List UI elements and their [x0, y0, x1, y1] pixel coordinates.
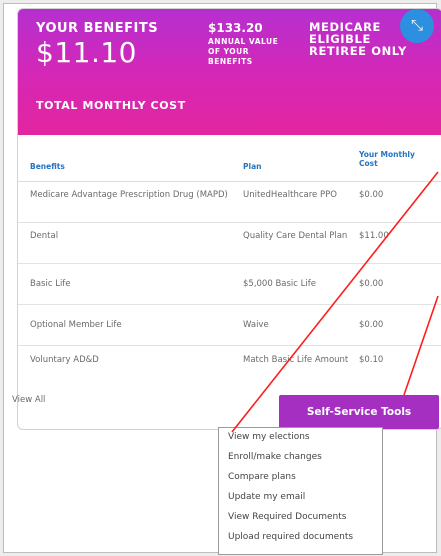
benefit-name: Dental — [30, 231, 59, 241]
view-all-link[interactable]: View All — [12, 395, 45, 405]
menu-item-compare-plans[interactable]: Compare plans — [228, 472, 296, 482]
benefit-name: Medicare Advantage Prescription Drug (MA… — [30, 190, 228, 200]
total-monthly-label: TOTAL MONTHLY COST — [36, 99, 186, 112]
header-benefits: Benefits — [30, 162, 65, 171]
annual-value-block: $133.20 ANNUAL VALUE OF YOUR BENEFITS — [208, 21, 288, 67]
benefit-plan: Waive — [243, 320, 269, 330]
your-benefits-label: YOUR BENEFITS — [36, 21, 159, 36]
monthly-cost-block: YOUR BENEFITS $11.10 — [36, 21, 158, 69]
benefit-name: Voluntary AD&D — [30, 355, 99, 365]
benefit-plan: Quality Care Dental Plan — [243, 231, 348, 241]
benefit-plan: $5,000 Basic Life — [243, 279, 316, 289]
collapse-arrows-icon: ⤡ — [410, 16, 423, 34]
table-header: Benefits Plan Your Monthly Cost — [18, 143, 441, 182]
monthly-amount: $11.10 — [36, 36, 137, 69]
benefits-summary-banner: YOUR BENEFITS $11.10 TOTAL MONTHLY COST … — [18, 9, 441, 135]
benefit-cost: $0.00 — [359, 279, 384, 289]
menu-item-view-required-documents[interactable]: View Required Documents — [228, 512, 346, 522]
table-row: Optional Member Life Waive $0.00 — [18, 305, 441, 346]
table-row: Voluntary AD&D Match Basic Life Amount $… — [18, 346, 441, 386]
menu-item-update-email[interactable]: Update my email — [228, 492, 305, 502]
self-service-menu: View my elections Enroll/make changes Co… — [218, 427, 383, 555]
benefit-name: Optional Member Life — [30, 320, 122, 330]
benefit-cost: $0.00 — [359, 190, 384, 200]
benefit-cost: $0.00 — [359, 320, 384, 330]
collapse-button[interactable]: ⤡ — [400, 9, 434, 43]
table-row: Medicare Advantage Prescription Drug (MA… — [18, 182, 441, 223]
benefits-card: YOUR BENEFITS $11.10 TOTAL MONTHLY COST … — [17, 8, 441, 430]
benefit-cost: $0.10 — [359, 355, 384, 365]
menu-item-view-elections[interactable]: View my elections — [228, 432, 310, 442]
benefit-plan: UnitedHealthcare PPO — [243, 190, 337, 200]
self-service-tools-button[interactable]: Self-Service Tools — [279, 395, 439, 429]
annual-value-caption: ANNUAL VALUE OF YOUR BENEFITS — [208, 37, 279, 66]
benefit-plan: Match Basic Life Amount — [243, 355, 349, 365]
header-plan: Plan — [243, 162, 262, 171]
benefit-cost: $11.00 — [359, 231, 389, 241]
table-row: Dental Quality Care Dental Plan $11.00 — [18, 223, 441, 264]
menu-item-enroll-changes[interactable]: Enroll/make changes — [228, 452, 322, 462]
header-monthly-cost: Your Monthly Cost — [359, 150, 415, 168]
annual-value: $133.20 — [208, 21, 263, 35]
table-row: Basic Life $5,000 Basic Life $0.00 — [18, 264, 441, 305]
benefit-name: Basic Life — [30, 279, 71, 289]
menu-item-upload-required-documents[interactable]: Upload required documents — [228, 532, 353, 542]
